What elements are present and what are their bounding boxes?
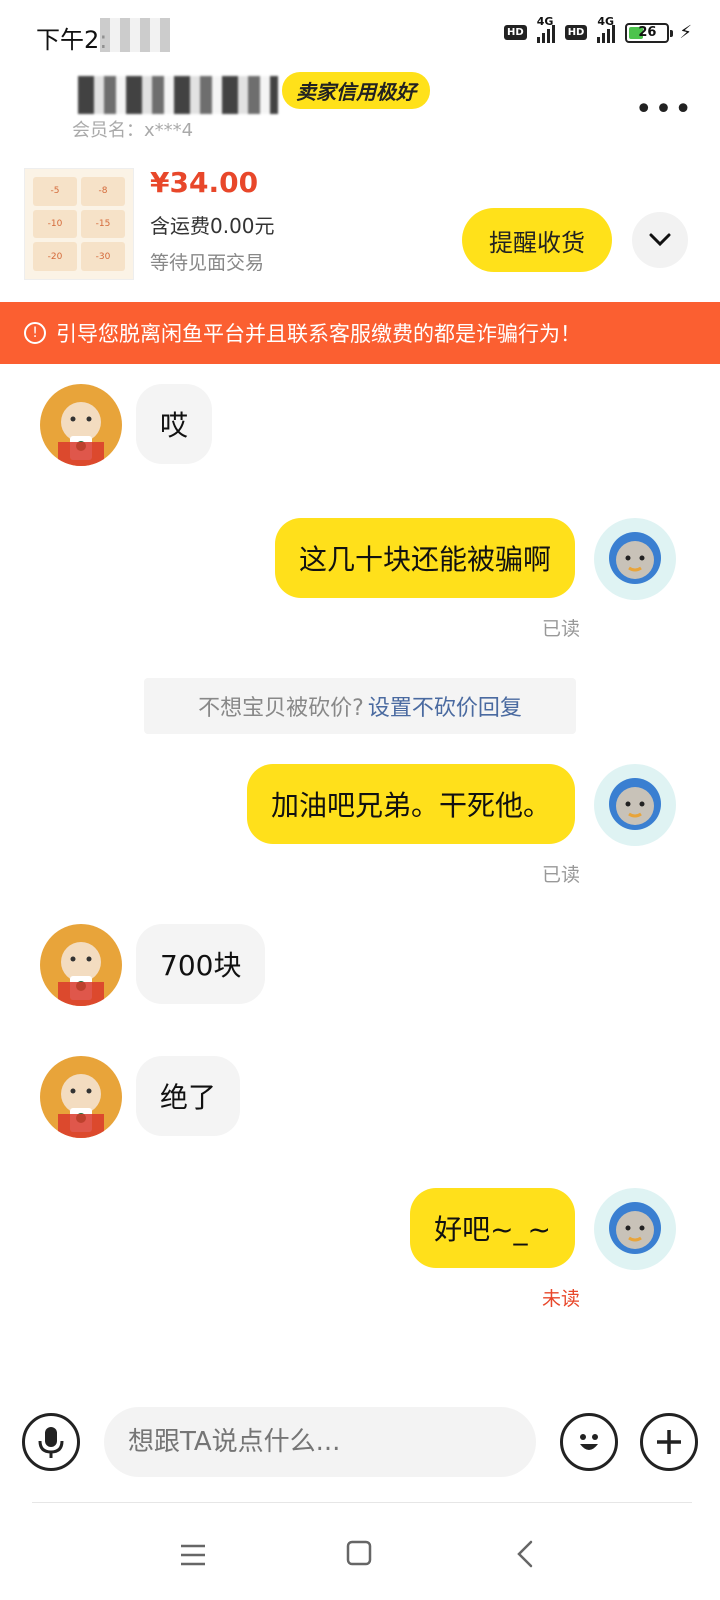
time-redaction <box>100 18 170 52</box>
input-bar <box>0 1405 720 1485</box>
seller-name-redacted <box>78 76 278 114</box>
order-status: 等待见面交易 <box>150 252 265 274</box>
my-avatar[interactable] <box>594 1188 676 1270</box>
alert-icon: ! <box>24 322 46 344</box>
back-icon[interactable] <box>516 1540 534 1575</box>
signal-icon: 4G <box>597 15 616 43</box>
status-time: 下午2: <box>36 26 108 54</box>
system-tip-text: 不想宝贝被砍价? <box>198 696 364 721</box>
status-bar: 下午2: HD 4G HD 4G 26 ⚡ <box>0 0 720 70</box>
message-bubble[interactable]: 700块 <box>136 924 266 1004</box>
chat-header: 卖家信用极好 会员名：x***4 ••• <box>0 62 720 142</box>
battery-icon: 26 <box>625 22 674 43</box>
signal-icon: 4G <box>536 15 555 43</box>
unread-status: 未读 <box>542 1288 581 1310</box>
charging-icon: ⚡ <box>679 22 692 43</box>
home-icon[interactable] <box>346 1540 372 1573</box>
menu-icon[interactable] <box>180 1540 206 1573</box>
microphone-icon[interactable] <box>22 1413 80 1471</box>
product-price: ¥34.00 <box>150 166 259 199</box>
seller-avatar[interactable] <box>40 384 122 466</box>
product-card[interactable]: -5 -8 -10 -15 -20 -30 ¥34.00 含运费0.00元 等待… <box>0 160 720 300</box>
seller-avatar[interactable] <box>40 1056 122 1138</box>
message-bubble[interactable]: 这几十块还能被骗啊 <box>274 518 575 598</box>
chevron-down-icon[interactable] <box>632 212 688 268</box>
no-bargain-settings-link[interactable]: 设置不砍价回复 <box>368 690 522 722</box>
hd-icon: HD <box>564 25 588 40</box>
plus-icon[interactable] <box>640 1413 698 1471</box>
shipping-fee: 含运费0.00元 <box>150 214 275 238</box>
system-nav-bar <box>0 1520 720 1590</box>
remind-receipt-button[interactable]: 提醒收货 <box>462 208 612 272</box>
message-bubble[interactable]: 好吧~_~ <box>410 1188 575 1268</box>
member-name: 会员名：x***4 <box>72 120 194 141</box>
status-icons: HD 4G HD 4G 26 ⚡ <box>504 15 692 43</box>
hd-icon: HD <box>504 25 527 40</box>
divider <box>32 1502 692 1503</box>
seller-credit-badge: 卖家信用极好 <box>282 72 430 109</box>
read-status: 已读 <box>542 618 581 640</box>
my-avatar[interactable] <box>594 764 676 846</box>
warning-text: 引导您脱离闲鱼平台并且联系客服缴费的都是诈骗行为！ <box>56 322 581 346</box>
product-thumbnail[interactable]: -5 -8 -10 -15 -20 -30 <box>24 168 134 280</box>
message-bubble[interactable]: 绝了 <box>136 1056 241 1136</box>
fraud-warning-banner: ! 引导您脱离闲鱼平台并且联系客服缴费的都是诈骗行为！ <box>0 302 720 364</box>
message-bubble[interactable]: 加油吧兄弟。干死他。 <box>246 764 575 844</box>
message-bubble[interactable]: 哎 <box>136 384 213 464</box>
message-input[interactable] <box>104 1407 536 1477</box>
system-tip: 不想宝贝被砍价? 设置不砍价回复 <box>144 678 576 734</box>
emoji-icon[interactable] <box>560 1413 618 1471</box>
my-avatar[interactable] <box>594 518 676 600</box>
read-status: 已读 <box>542 864 581 886</box>
more-dots-icon[interactable]: ••• <box>635 92 694 127</box>
seller-avatar[interactable] <box>40 924 122 1006</box>
